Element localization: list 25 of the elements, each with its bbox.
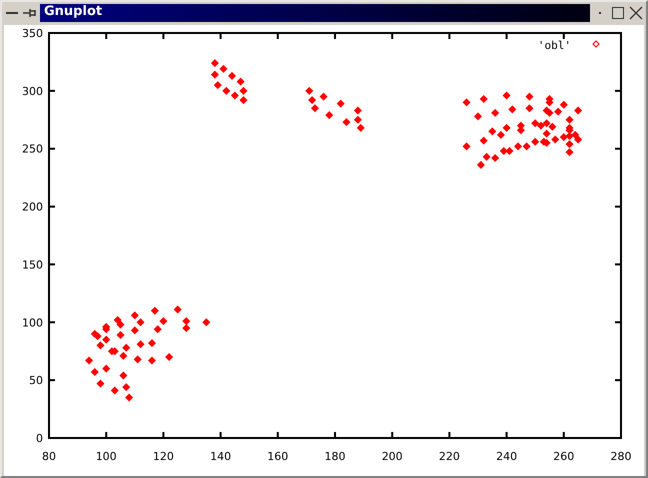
close-icon[interactable]	[628, 6, 644, 20]
y-tick-label: 250	[22, 142, 43, 156]
x-tick-label: 260	[553, 450, 574, 463]
y-tick-label: 100	[22, 316, 43, 330]
x-tick-label: 240	[496, 450, 518, 463]
x-tick-label: 280	[610, 450, 632, 463]
x-tick-label: 120	[152, 450, 174, 463]
y-tick-label: 0	[36, 432, 43, 445]
legend-label: 'obl'	[538, 39, 571, 52]
x-tick-label: 220	[438, 450, 460, 463]
y-tick-label: 300	[22, 84, 43, 98]
x-tick-label: 200	[382, 450, 403, 463]
x-tick-label: 180	[324, 450, 346, 463]
x-tick-label: 80	[42, 450, 56, 463]
x-tick-label: 140	[210, 450, 232, 463]
y-tick-label: 350	[22, 27, 43, 40]
pin-icon[interactable]	[22, 6, 38, 20]
window-title: Gnuplot	[40, 4, 590, 22]
x-tick-label: 100	[96, 450, 117, 463]
y-tick-label: 50	[29, 374, 43, 388]
x-tick-label: 160	[267, 450, 288, 463]
y-tick-label: 150	[22, 258, 43, 272]
y-tick-label: 200	[22, 200, 43, 214]
maximize-icon[interactable]	[610, 6, 626, 20]
legend-marker-icon	[592, 40, 600, 48]
